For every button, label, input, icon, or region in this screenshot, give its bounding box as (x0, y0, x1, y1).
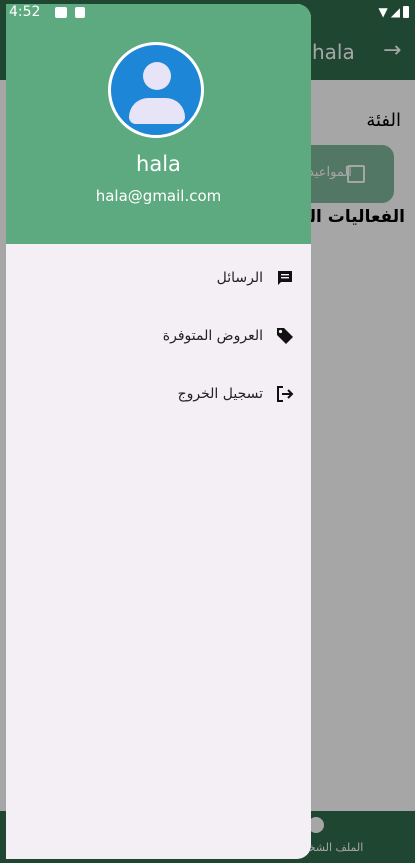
person-icon (143, 62, 171, 90)
navigation-drawer: hala hala@gmail.com الرسائل العروض المتو… (6, 4, 311, 859)
signal-icon: ◢ (390, 5, 400, 19)
drawer-item-label: الرسائل (216, 270, 263, 286)
avatar (108, 42, 204, 138)
drawer-item-messages[interactable]: الرسائل (217, 268, 295, 288)
user-email: hala@gmail.com (95, 187, 222, 205)
logout-icon (275, 384, 295, 404)
drawer-item-label: تسجيل الخروج (177, 386, 263, 402)
wifi-icon: ▼ (378, 5, 388, 19)
user-name: hala (136, 152, 181, 176)
status-bar: 4:52 ▼ ◢ (0, 0, 415, 28)
message-icon (275, 268, 295, 288)
sd-card-icon (75, 7, 85, 18)
drawer-item-logout[interactable]: تسجيل الخروج (178, 384, 295, 404)
drawer-item-label: العروض المتوفرة (162, 328, 263, 344)
drawer-header: hala hala@gmail.com (6, 4, 311, 244)
tag-icon (275, 326, 295, 346)
gallery-icon (55, 7, 67, 18)
drawer-item-offers[interactable]: العروض المتوفرة (163, 326, 295, 346)
battery-icon (403, 6, 409, 18)
status-time: 4:52 (9, 4, 41, 20)
